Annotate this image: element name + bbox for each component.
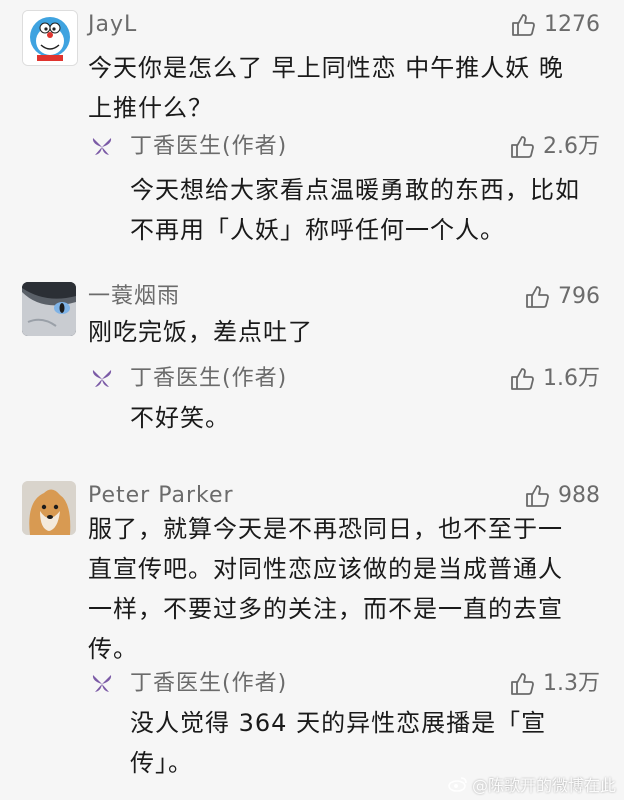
like-count: 988 bbox=[558, 483, 600, 508]
comment-text: 今天你是怎么了 早上同性恋 中午推人妖 晚 上推什么？ bbox=[88, 48, 594, 128]
reply-author[interactable]: 丁香医生(作者) bbox=[130, 669, 287, 699]
like-button[interactable]: 1.3万 bbox=[509, 669, 600, 699]
reply-line: 今天想给大家看点温暖勇敢的东西，比如 bbox=[130, 176, 580, 204]
comment-line: 上推什么？ bbox=[88, 94, 213, 122]
like-count: 1.3万 bbox=[543, 671, 600, 696]
dingxiang-flower-icon bbox=[92, 675, 112, 692]
thumbs-up-icon bbox=[526, 485, 549, 507]
avatar[interactable] bbox=[22, 481, 76, 535]
reply-author[interactable]: 丁香医生(作者) bbox=[130, 364, 287, 394]
thumbs-up-icon bbox=[511, 673, 534, 695]
comment-line: 直宣传吧。对同性恋应该做的是当成普通人 bbox=[88, 555, 563, 583]
thumbs-up-icon bbox=[526, 286, 549, 308]
reply-text: 今天想给大家看点温暖勇敢的东西，比如 不再用「人妖」称呼任何一个人。 bbox=[130, 170, 584, 250]
thumbs-up-icon bbox=[511, 136, 534, 158]
like-button[interactable]: 1276 bbox=[510, 10, 600, 40]
reply-line: 不好笑。 bbox=[130, 404, 230, 432]
shiba-dog-avatar-icon bbox=[22, 481, 76, 535]
like-button[interactable]: 2.6万 bbox=[509, 132, 600, 162]
like-count: 1.6万 bbox=[543, 366, 600, 391]
reply-line: 不再用「人妖」称呼任何一个人。 bbox=[130, 216, 505, 244]
like-count: 1276 bbox=[544, 12, 600, 37]
like-button[interactable]: 796 bbox=[524, 282, 600, 312]
comment-line: 服了，就算今天是不再恐同日，也不至于一 bbox=[88, 515, 563, 543]
reply-text: 不好笑。 bbox=[130, 398, 584, 438]
like-count: 2.6万 bbox=[543, 134, 600, 159]
reply-text: 没人觉得 364 天的异性恋展播是「宣 传」。 bbox=[130, 703, 584, 783]
reply-author[interactable]: 丁香医生(作者) bbox=[130, 132, 287, 162]
doraemon-avatar-icon bbox=[23, 11, 77, 65]
cat-eye-avatar-icon bbox=[22, 282, 76, 336]
comment-line: 传。 bbox=[88, 635, 138, 663]
weibo-watermark: @陈歌开的微博在此 bbox=[448, 772, 616, 796]
comment-text: 服了，就算今天是不再恐同日，也不至于一 直宣传吧。对同性恋应该做的是当成普通人 … bbox=[88, 509, 594, 669]
like-button[interactable]: 988 bbox=[524, 481, 600, 511]
comment-text: 刚吃完饭，差点吐了 bbox=[88, 312, 594, 352]
reply-line: 没人觉得 364 天的异性恋展播是「宣 bbox=[130, 709, 547, 737]
avatar[interactable] bbox=[22, 10, 78, 66]
like-button[interactable]: 1.6万 bbox=[509, 364, 600, 394]
dingxiang-flower-icon bbox=[92, 370, 112, 387]
comment-line: 刚吃完饭，差点吐了 bbox=[88, 318, 313, 346]
comment-line: 一样，不要过多的关注，而不是一直的去宣 bbox=[88, 595, 563, 623]
dingxiang-flower-icon bbox=[92, 138, 112, 155]
thumbs-up-icon bbox=[512, 14, 535, 36]
watermark-text: @陈歌开的微博在此 bbox=[471, 776, 616, 795]
comment-author[interactable]: JayL bbox=[88, 10, 137, 40]
comment-author[interactable]: 一蓑烟雨 bbox=[88, 282, 180, 312]
comment-line: 今天你是怎么了 早上同性恋 中午推人妖 晚 bbox=[88, 54, 564, 82]
like-count: 796 bbox=[558, 284, 600, 309]
comment-author[interactable]: Peter Parker bbox=[88, 481, 234, 511]
thumbs-up-icon bbox=[511, 368, 534, 390]
avatar[interactable] bbox=[22, 282, 76, 336]
weibo-logo-icon bbox=[448, 777, 467, 792]
